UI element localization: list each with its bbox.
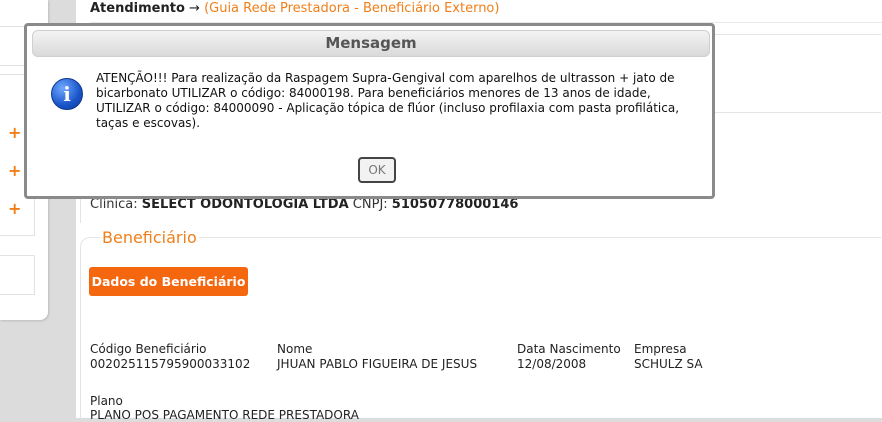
empresa-value: SCHULZ SA: [634, 357, 703, 371]
clinic-name: SELECT ODONTOLOGIA LTDA: [141, 197, 349, 212]
dialog-message: ATENÇÃO!!! Para realização da Raspagem S…: [96, 71, 680, 130]
nome-value: JHUAN PABLO FIGUEIRA DE JESUS: [277, 357, 478, 371]
ok-button[interactable]: OK: [358, 157, 396, 183]
codigo-label: Código Beneficiário: [90, 342, 207, 356]
empresa-label: Empresa: [634, 342, 687, 356]
expand-plus-icon[interactable]: +: [8, 201, 21, 217]
nome-label: Nome: [277, 342, 313, 356]
info-icon: i: [51, 78, 83, 110]
cnpj-value: 51050778000146: [391, 197, 519, 212]
clinic-label: Clínica:: [90, 197, 138, 212]
breadcrumb-link[interactable]: (Guia Rede Prestadora - Beneficiário Ext…: [204, 1, 499, 16]
plano-label: Plano: [90, 394, 123, 408]
breadcrumb: Atendimento → (Guia Rede Prestadora - Be…: [90, 0, 882, 23]
dialog-title[interactable]: Mensagem: [32, 30, 710, 57]
sidebar-box: [0, 255, 35, 295]
message-dialog: Mensagem i ATENÇÃO!!! Para realização da…: [24, 23, 715, 199]
beneficiario-frame: [80, 237, 881, 419]
nascimento-value: 12/08/2008: [517, 357, 587, 371]
plano-value: PLANO POS PAGAMENTO REDE PRESTADORA: [90, 408, 359, 422]
breadcrumb-arrow: →: [189, 1, 200, 16]
expand-plus-icon[interactable]: +: [8, 125, 21, 141]
breadcrumb-main: Atendimento: [90, 1, 185, 16]
codigo-value: 002025115795900033102: [90, 357, 251, 371]
section-title-beneficiario: Beneficiário: [100, 228, 199, 247]
clinic-info: Clínica: SELECT ODONTOLOGIA LTDA CNPJ: 5…: [90, 197, 518, 212]
nascimento-label: Data Nascimento: [517, 342, 621, 356]
cnpj-label: CNPJ:: [352, 197, 388, 212]
dados-beneficiario-button[interactable]: Dados do Beneficiário: [89, 267, 248, 296]
expand-plus-icon[interactable]: +: [8, 163, 21, 179]
